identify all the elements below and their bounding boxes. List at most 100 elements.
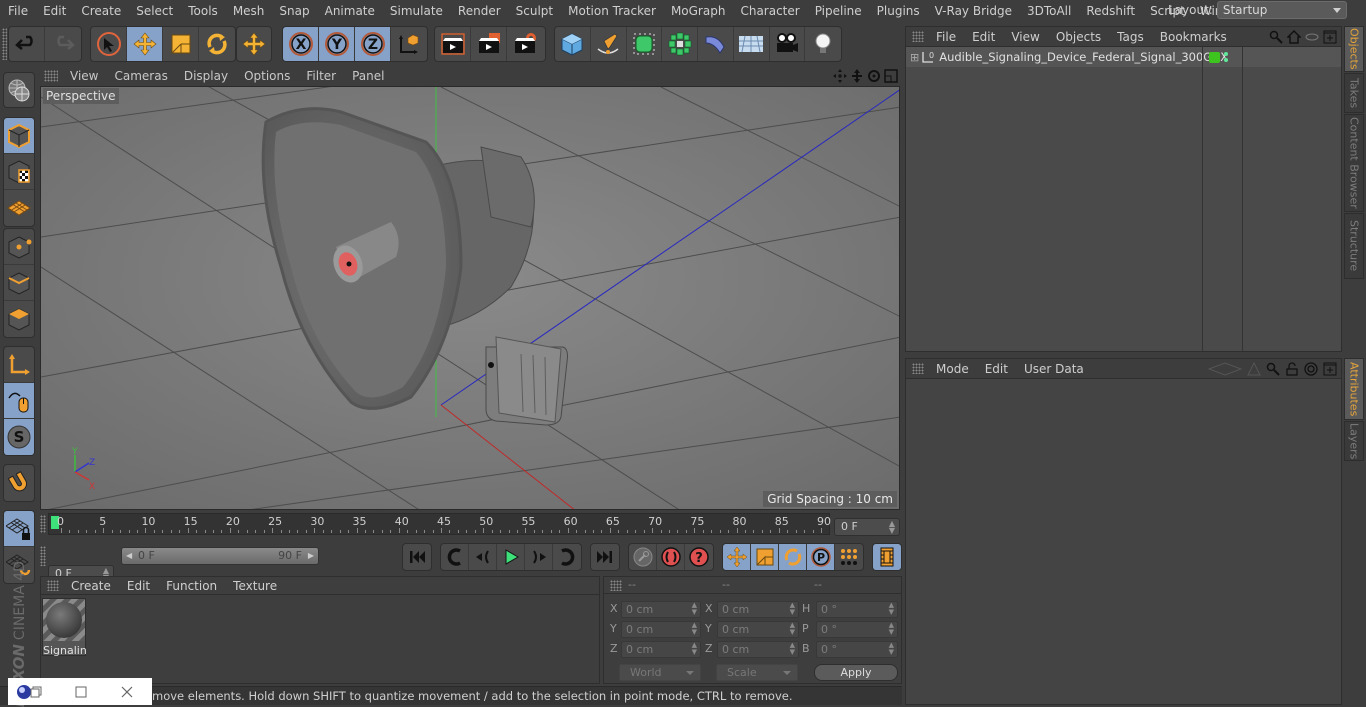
- menu-file[interactable]: File: [0, 4, 35, 18]
- live-selection-button[interactable]: [91, 27, 127, 61]
- object-row[interactable]: ⊞ 0 Audible_Signaling_Device_Federal_Sig…: [906, 47, 1341, 67]
- coord-field[interactable]: 0 cm ▲ ▼: [621, 621, 701, 638]
- material-swatch[interactable]: Signalin: [42, 598, 87, 657]
- side-tab-layers[interactable]: Layers: [1344, 421, 1364, 461]
- viewport-menu-view[interactable]: View: [62, 69, 106, 83]
- key-scale-button[interactable]: [751, 544, 779, 570]
- menu-motion-tracker[interactable]: Motion Tracker: [560, 4, 663, 18]
- spinner-icon[interactable]: ▲▼: [790, 602, 795, 616]
- home-icon[interactable]: [1287, 29, 1301, 44]
- menu-3dtoall[interactable]: 3DToAll: [1019, 4, 1078, 18]
- polygons-mode-button[interactable]: [4, 301, 34, 337]
- restore-icon[interactable]: [30, 686, 42, 698]
- record-active-button[interactable]: [629, 544, 657, 570]
- object-name[interactable]: Audible_Signaling_Device_Federal_Signal_…: [939, 50, 1228, 64]
- playbar-grip[interactable]: [40, 546, 46, 566]
- next-frame-button[interactable]: [525, 544, 553, 570]
- coord-field[interactable]: 0 ° ▲ ▼: [816, 621, 898, 638]
- unlock-icon[interactable]: [1285, 361, 1299, 376]
- timeline-ruler[interactable]: 0 5 10 15 20 25 30 35 40 45 50 55 60 65 70 75 80 85 90: [48, 513, 831, 535]
- render-picture-viewer-button[interactable]: [471, 27, 507, 61]
- spinner-icon[interactable]: ▲▼: [889, 642, 894, 656]
- autokey-button[interactable]: [657, 544, 685, 570]
- key-pla-button[interactable]: [835, 544, 863, 570]
- object-menu-tags[interactable]: Tags: [1109, 30, 1152, 44]
- menu-plugins[interactable]: Plugins: [869, 4, 927, 18]
- coordinate-space-dropdown[interactable]: World: [619, 664, 701, 681]
- texture-mode-button[interactable]: [4, 154, 34, 190]
- spinner-icon[interactable]: ▲▼: [692, 602, 697, 616]
- coord-field[interactable]: 0 cm ▲ ▼: [621, 641, 701, 658]
- edges-mode-button[interactable]: [4, 265, 34, 301]
- menu-redshift[interactable]: Redshift: [1078, 4, 1142, 18]
- key-position-button[interactable]: [723, 544, 751, 570]
- subdivision-button[interactable]: [627, 27, 663, 61]
- spinner-icon[interactable]: ▲▼: [692, 622, 697, 636]
- coord-field[interactable]: 0 ° ▲ ▼: [816, 601, 898, 618]
- side-tab-attributes[interactable]: Attributes: [1344, 358, 1364, 420]
- side-tab-content-browser[interactable]: Content Browser: [1344, 114, 1364, 212]
- new-window-icon[interactable]: [1323, 362, 1337, 376]
- object-menu-edit[interactable]: Edit: [964, 30, 1003, 44]
- material-menu-texture[interactable]: Texture: [225, 579, 285, 593]
- prev-frame-button[interactable]: [469, 544, 497, 570]
- layer-color-swatch[interactable]: [1209, 51, 1220, 63]
- side-tab-structure[interactable]: Structure: [1344, 213, 1364, 279]
- menu-character[interactable]: Character: [732, 4, 806, 18]
- side-tab-takes[interactable]: Takes: [1344, 73, 1364, 113]
- x-axis-button[interactable]: X: [283, 27, 319, 61]
- viewport-grip[interactable]: [44, 70, 58, 82]
- visibility-dots[interactable]: [1224, 52, 1228, 62]
- model-mode-button[interactable]: [4, 118, 34, 154]
- coordinate-grip[interactable]: [610, 580, 622, 591]
- menu-edit[interactable]: Edit: [35, 4, 73, 18]
- move-tool-button[interactable]: [127, 27, 163, 61]
- render-settings-button[interactable]: [507, 27, 543, 61]
- goto-start-button[interactable]: [403, 544, 431, 570]
- attribute-menu-mode[interactable]: Mode: [928, 362, 977, 376]
- coord-field[interactable]: 0 cm ▲ ▼: [621, 601, 701, 618]
- apply-button[interactable]: Apply: [814, 664, 898, 681]
- render-view-button[interactable]: [435, 27, 471, 61]
- next-key-button[interactable]: [553, 544, 581, 570]
- undo-button[interactable]: [9, 27, 45, 61]
- new-window-icon[interactable]: [1323, 30, 1337, 44]
- material-grip[interactable]: [47, 580, 59, 591]
- camera-label[interactable]: Perspective: [43, 88, 119, 104]
- maximize-icon[interactable]: [75, 686, 87, 698]
- object-menu-objects[interactable]: Objects: [1048, 30, 1109, 44]
- deformer-button[interactable]: [698, 27, 734, 61]
- workplane-mode-button[interactable]: [4, 190, 34, 226]
- coord-field[interactable]: 0 cm ▲ ▼: [717, 621, 799, 638]
- tweak-mode-button[interactable]: [4, 383, 34, 419]
- search-icon[interactable]: [1269, 30, 1283, 44]
- material-menu-create[interactable]: Create: [63, 579, 119, 593]
- redo-button[interactable]: [45, 27, 81, 61]
- menu-mesh[interactable]: Mesh: [225, 4, 272, 18]
- timeline-window-button[interactable]: [873, 544, 901, 570]
- object-grip[interactable]: [912, 31, 924, 42]
- viewport-pan-icon[interactable]: [833, 69, 847, 83]
- axis-mode-button[interactable]: [4, 347, 34, 383]
- coord-field[interactable]: 0 cm ▲ ▼: [717, 641, 799, 658]
- scale-tool-button[interactable]: [163, 27, 199, 61]
- viewport-rotate-icon[interactable]: [867, 69, 881, 83]
- spinner-icon[interactable]: ▲▼: [889, 622, 894, 636]
- attribute-menu-edit[interactable]: Edit: [977, 362, 1016, 376]
- frame-range-slider[interactable]: ◀ 0 F 90 F ▶: [121, 547, 319, 565]
- menu-mograph[interactable]: MoGraph: [663, 4, 733, 18]
- recent-tool-button[interactable]: [237, 27, 271, 61]
- range-right-arrow-icon[interactable]: ▶: [308, 548, 314, 564]
- menu-snap[interactable]: Snap: [271, 4, 316, 18]
- key-rotation-button[interactable]: [779, 544, 807, 570]
- viewport-menu-filter[interactable]: Filter: [298, 69, 344, 83]
- snap-button[interactable]: [4, 465, 34, 501]
- back-arrow-icon[interactable]: [1208, 361, 1242, 376]
- menu-sculpt[interactable]: Sculpt: [508, 4, 560, 18]
- goto-end-button[interactable]: [591, 544, 619, 570]
- 3d-viewport[interactable]: Y Z X Perspective Grid Spacing : 10 cm: [40, 86, 900, 510]
- make-editable-button[interactable]: [3, 72, 35, 108]
- spline-pen-button[interactable]: [591, 27, 627, 61]
- coordinate-system-button[interactable]: [391, 27, 427, 61]
- timeline-grip[interactable]: [40, 515, 46, 533]
